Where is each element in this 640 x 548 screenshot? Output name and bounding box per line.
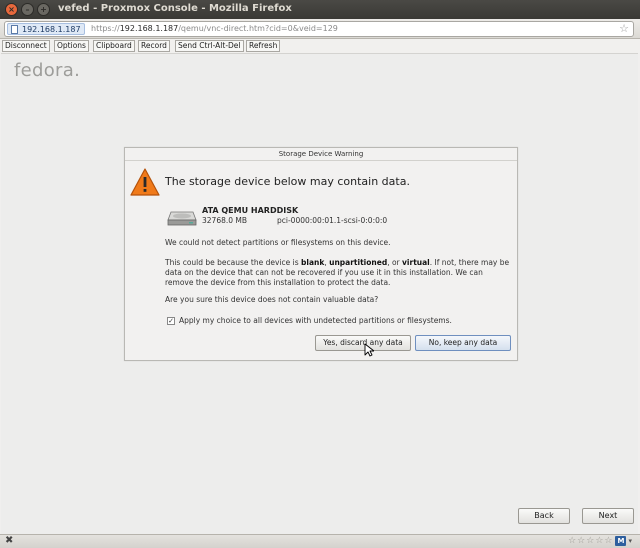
window-titlebar: × – + vefed - Proxmox Console - Mozilla …: [0, 0, 640, 19]
mouse-pointer-icon: [364, 343, 374, 357]
send-ctrl-alt-del-button[interactable]: Send Ctrl-Alt-Del: [175, 40, 244, 52]
url-path: /qemu/vnc-direct.htm?cid=0&veid=129: [178, 24, 338, 33]
window-title: vefed - Proxmox Console - Mozilla Firefo…: [58, 3, 292, 14]
site-identity-label: 192.168.1.187: [22, 25, 81, 34]
window-controls: × – +: [5, 3, 50, 16]
rating-star-icon[interactable]: ☆: [586, 536, 594, 547]
record-button[interactable]: Record: [138, 40, 170, 52]
explanation-blank: blank: [301, 258, 325, 267]
apply-all-checkbox[interactable]: ✓: [167, 317, 175, 325]
fedora-logo: fedora.: [14, 60, 81, 81]
harddisk-icon: [167, 211, 197, 226]
explanation-part-a: This could be because the device is: [165, 258, 302, 267]
dialog-title: Storage Device Warning: [125, 148, 517, 161]
site-identity-button[interactable]: 192.168.1.187: [7, 23, 85, 35]
page-icon: [11, 25, 18, 34]
disconnect-button[interactable]: Disconnect: [2, 40, 50, 52]
rating-star-icon[interactable]: ☆: [577, 536, 585, 547]
options-button[interactable]: Options: [54, 40, 89, 52]
clipboard-button[interactable]: Clipboard: [93, 40, 135, 52]
discard-data-button[interactable]: Yes, discard any data: [315, 335, 411, 351]
vnc-toolbar: Disconnect Options Clipboard Record Send…: [0, 39, 640, 53]
explanation-part-c: , or: [387, 258, 403, 267]
url-text: https://192.168.1.187/qemu/vnc-direct.ht…: [91, 24, 338, 33]
navigation-toolbar: 192.168.1.187 https://192.168.1.187/qemu…: [0, 19, 640, 39]
confirm-question-text: Are you sure this device does not contai…: [165, 295, 379, 304]
window-close-button[interactable]: ×: [5, 3, 18, 16]
browser-statusbar: ✖ ☆ ☆ ☆ ☆ ☆ M ▾: [0, 534, 640, 548]
vnc-screen[interactable]: fedora. Storage Device Warning The stora…: [1, 53, 638, 534]
rating-star-icon[interactable]: ☆: [568, 536, 576, 547]
back-button[interactable]: Back: [518, 508, 570, 524]
url-host: 192.168.1.187: [119, 24, 179, 33]
url-scheme: https://: [91, 24, 120, 33]
apply-all-label[interactable]: Apply my choice to all devices with unde…: [179, 316, 452, 325]
device-name: ATA QEMU HARDDISK: [202, 206, 299, 215]
window-minimize-button[interactable]: –: [21, 3, 34, 16]
close-icon[interactable]: ✖: [5, 535, 13, 546]
bookmark-star-icon[interactable]: ☆: [619, 22, 629, 35]
storage-warning-dialog: Storage Device Warning The storage devic…: [124, 147, 518, 361]
warning-icon: [130, 168, 160, 196]
explanation-text: This could be because the device is blan…: [165, 258, 510, 288]
rating-star-icon[interactable]: ☆: [604, 536, 612, 547]
dialog-headline: The storage device below may contain dat…: [165, 175, 410, 188]
device-path: pci-0000:00:01.1-scsi-0:0:0:0: [277, 216, 388, 225]
explanation-virtual: virtual: [402, 258, 430, 267]
keep-data-button[interactable]: No, keep any data: [415, 335, 511, 351]
rating-star-icon[interactable]: ☆: [595, 536, 603, 547]
addon-badge-icon[interactable]: M: [615, 536, 627, 546]
url-input[interactable]: 192.168.1.187 https://192.168.1.187/qemu…: [4, 21, 634, 37]
chevron-down-icon[interactable]: ▾: [628, 536, 632, 547]
window-maximize-button[interactable]: +: [37, 3, 50, 16]
next-button[interactable]: Next: [582, 508, 634, 524]
explanation-unpartitioned: unpartitioned: [329, 258, 388, 267]
addon-bar: ☆ ☆ ☆ ☆ ☆ M ▾: [568, 536, 632, 547]
no-partitions-text: We could not detect partitions or filesy…: [165, 238, 391, 247]
device-size: 32768.0 MB: [202, 216, 248, 225]
refresh-button[interactable]: Refresh: [246, 40, 281, 52]
